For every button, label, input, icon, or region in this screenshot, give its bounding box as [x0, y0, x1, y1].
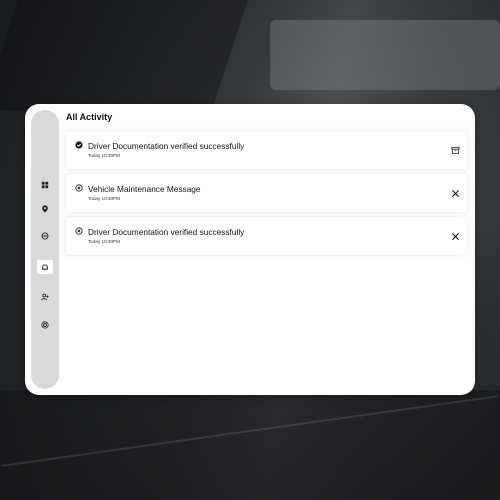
sidebar-item-drivers[interactable] — [35, 290, 55, 304]
check-circle-icon — [75, 141, 83, 149]
dismiss-button[interactable] — [449, 187, 461, 199]
archive-icon — [450, 146, 460, 154]
activity-title: Vehicle Maintenance Message — [88, 184, 201, 194]
sidebar-item-location[interactable] — [35, 202, 55, 216]
sidebar-item-vehicles[interactable] — [37, 260, 53, 274]
activity-title: Driver Documentation verified successful… — [88, 227, 245, 237]
close-circle-icon — [75, 227, 83, 235]
archive-button[interactable] — [449, 144, 461, 156]
page-title: All Activity — [66, 112, 113, 122]
sidebar — [31, 110, 59, 389]
grid-icon — [41, 181, 49, 189]
activity-panel: All Activity Driver Documentation verifi… — [25, 104, 475, 395]
location-pin-icon — [42, 205, 48, 213]
activity-time: Today 10:30PM — [88, 196, 120, 201]
sidebar-item-dashboard[interactable] — [35, 178, 55, 192]
add-user-icon — [41, 293, 49, 301]
activity-item[interactable]: Driver Documentation verified successful… — [66, 131, 468, 169]
dismiss-button[interactable] — [449, 230, 461, 242]
car-icon — [42, 264, 48, 270]
close-icon — [451, 232, 459, 240]
close-icon — [451, 189, 459, 197]
activity-time: Today 10:30PM — [88, 239, 120, 244]
activity-item[interactable]: Vehicle Maintenance Message Today 10:30P… — [66, 174, 468, 212]
activity-time: Today 10:30PM — [88, 153, 120, 158]
sidebar-item-routes[interactable] — [35, 229, 55, 243]
steering-icon — [41, 232, 49, 240]
close-circle-icon — [75, 184, 83, 192]
sidebar-item-settings[interactable] — [35, 318, 55, 332]
activity-title: Driver Documentation verified successful… — [88, 141, 245, 151]
target-icon — [41, 321, 49, 329]
activity-item[interactable]: Driver Documentation verified successful… — [66, 217, 468, 255]
